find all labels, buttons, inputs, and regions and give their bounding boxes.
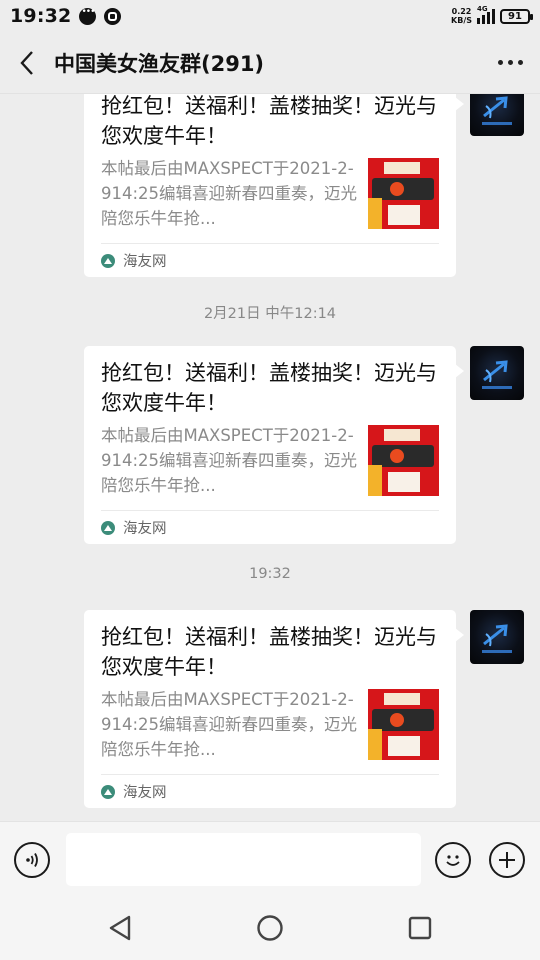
chat-header: 中国美女渔友群(291)	[0, 32, 540, 94]
link-card-source: 海友网	[101, 243, 439, 277]
plus-icon[interactable]	[489, 842, 525, 878]
status-indicators: 0.22 KB/S 4G 91	[451, 5, 533, 25]
avatar-logo-icon	[482, 624, 512, 653]
system-nav-bar	[0, 898, 540, 960]
square-recent-icon[interactable]	[405, 913, 435, 943]
link-card-message[interactable]: 抢红包！送福利！盖楼抽奖！迈光与您欢度牛年！ 本帖最后由MAXSPECT于202…	[84, 94, 464, 277]
network-type: 4G	[477, 5, 488, 13]
avatar[interactable]	[470, 346, 524, 400]
battery-icon: 91	[500, 8, 533, 24]
link-card-message[interactable]: 抢红包！送福利！盖楼抽奖！迈光与您欢度牛年！ 本帖最后由MAXSPECT于202…	[84, 346, 464, 544]
network-speed-value: 0.22	[451, 7, 472, 16]
source-logo-icon	[101, 784, 115, 799]
message-notification-icon	[79, 7, 97, 25]
app-notification-icon	[104, 7, 122, 25]
link-card-source: 海友网	[101, 774, 439, 808]
link-card-title: 抢红包！送福利！盖楼抽奖！迈光与您欢度牛年！	[101, 361, 437, 415]
link-card-description: 本帖最后由MAXSPECT于2021-2-914:25编辑喜迎新春四重奏，迈光陪…	[101, 426, 358, 495]
circle-home-icon[interactable]	[255, 913, 285, 943]
chat-messages[interactable]: 抢红包！送福利！盖楼抽奖！迈光与您欢度牛年！ 本帖最后由MAXSPECT于202…	[0, 94, 540, 821]
status-time: 19:32	[10, 5, 72, 27]
link-card-message[interactable]: 抢红包！送福利！盖楼抽奖！迈光与您欢度牛年！ 本帖最后由MAXSPECT于202…	[84, 610, 464, 808]
link-card-thumbnail	[368, 158, 439, 229]
link-card-title: 抢红包！送福利！盖楼抽奖！迈光与您欢度牛年！	[101, 625, 437, 679]
network-speed: 0.22 KB/S	[451, 7, 472, 25]
message-input[interactable]	[66, 833, 421, 886]
avatar-logo-icon	[482, 360, 512, 389]
message-timestamp: 2月21日 中午12:14	[203, 306, 337, 322]
source-logo-icon	[101, 520, 115, 535]
chat-title: 中国美女渔友群(291)	[54, 51, 265, 76]
link-card-description: 本帖最后由MAXSPECT于2021-2-914:25编辑喜迎新春四重奏，迈光陪…	[101, 159, 358, 228]
link-card-thumbnail	[368, 689, 439, 760]
network-speed-unit: KB/S	[451, 16, 472, 25]
signal-icon: 4G	[477, 5, 495, 24]
voice-icon[interactable]	[14, 842, 50, 878]
link-card-title: 抢红包！送福利！盖楼抽奖！迈光与您欢度牛年！	[101, 94, 437, 148]
message-timestamp: 19:32	[249, 566, 291, 582]
source-logo-icon	[101, 253, 115, 268]
link-card-source-name: 海友网	[123, 521, 167, 537]
link-card-source-name: 海友网	[123, 785, 167, 801]
link-card-source-name: 海友网	[123, 254, 167, 270]
status-bar: 19:32 0.22 KB/S 4G 91	[0, 0, 540, 32]
emoji-icon[interactable]	[435, 842, 471, 878]
link-card-source: 海友网	[101, 510, 439, 544]
back-arrow-icon[interactable]	[0, 32, 54, 94]
link-card-thumbnail	[368, 425, 439, 496]
avatar-logo-icon	[482, 96, 512, 125]
avatar[interactable]	[470, 610, 524, 664]
chat-input-bar	[0, 821, 540, 898]
link-card-description: 本帖最后由MAXSPECT于2021-2-914:25编辑喜迎新春四重奏，迈光陪…	[101, 690, 358, 759]
battery-level: 91	[508, 10, 522, 22]
avatar[interactable]	[470, 94, 524, 136]
more-dots-icon[interactable]	[480, 32, 540, 94]
triangle-back-icon[interactable]	[105, 913, 135, 943]
